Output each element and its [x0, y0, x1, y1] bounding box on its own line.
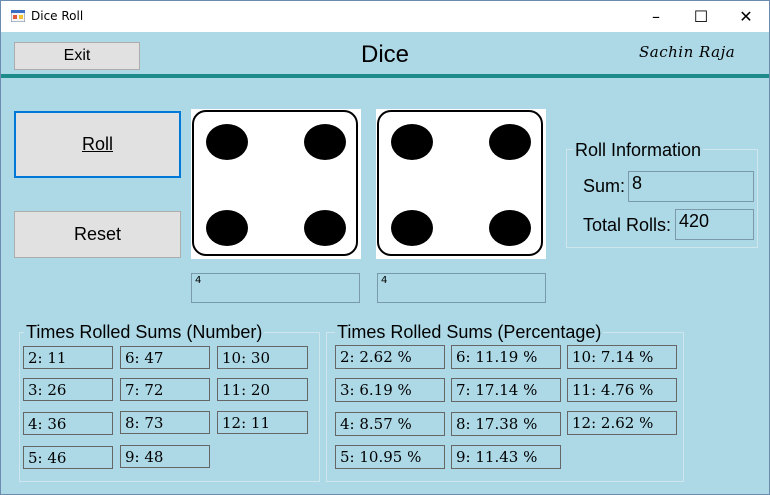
title-bar: Dice Roll – ☐ ✕	[1, 1, 769, 32]
die-left	[191, 109, 361, 259]
sum-count-cell: 2: 11	[23, 346, 113, 369]
die-face	[192, 110, 358, 256]
sum-percent-cell: 5: 10.95 %	[335, 445, 445, 469]
die-face	[377, 110, 543, 256]
sum-count-cell: 12: 11	[217, 411, 308, 434]
die-pip	[206, 124, 248, 160]
maximize-button[interactable]: ☐	[678, 1, 724, 32]
minimize-button[interactable]: –	[633, 1, 679, 32]
die-pip	[304, 210, 346, 246]
sum-count-cell: 9: 48	[120, 445, 210, 468]
window-title: Dice Roll	[31, 9, 84, 23]
die-right	[376, 109, 546, 259]
die-pip	[489, 124, 531, 160]
total-rolls-field[interactable]: 420	[675, 209, 754, 240]
die-pip	[489, 210, 531, 246]
sum-count-cell: 10: 30	[217, 346, 308, 369]
die-pip	[391, 210, 433, 246]
sums-number-title: Times Rolled Sums (Number)	[24, 322, 265, 343]
sum-count-cell: 7: 72	[120, 378, 210, 401]
die-pip	[304, 124, 346, 160]
sum-percent-cell: 4: 8.57 %	[335, 412, 445, 436]
app-icon	[11, 10, 25, 22]
total-rolls-label: Total Rolls:	[583, 215, 672, 235]
sum-count-cell: 4: 36	[23, 412, 113, 435]
die-pip	[391, 124, 433, 160]
sum-percent-cell: 6: 11.19 %	[451, 345, 561, 369]
header-divider	[1, 74, 769, 78]
sums-percentage-title: Times Rolled Sums (Percentage)	[335, 322, 604, 343]
die-right-value: 4	[377, 273, 546, 303]
die-pip	[206, 210, 248, 246]
roll-button[interactable]: Roll	[14, 111, 181, 178]
sum-field[interactable]: 8	[628, 171, 754, 202]
sum-percent-cell: 7: 17.14 %	[451, 378, 561, 402]
sum-count-cell: 5: 46	[23, 446, 113, 469]
sum-percent-cell: 9: 11.43 %	[451, 445, 561, 469]
sum-count-cell: 8: 73	[120, 411, 210, 434]
sum-count-cell: 11: 20	[217, 378, 308, 401]
die-left-value: 4	[191, 273, 360, 303]
sum-percent-cell: 8: 17.38 %	[451, 412, 561, 436]
author-signature: Sachin Raja	[639, 43, 736, 61]
sum-count-cell: 6: 47	[120, 346, 210, 369]
dice-roll-window: Dice Roll – ☐ ✕ Exit Dice Sachin Raja Ro…	[0, 0, 770, 495]
sum-percent-cell: 2: 2.62 %	[335, 345, 445, 369]
sum-percent-cell: 3: 6.19 %	[335, 378, 445, 402]
roll-information-title: Roll Information	[573, 140, 704, 161]
sum-percent-cell: 12: 2.62 %	[567, 411, 677, 435]
reset-button[interactable]: Reset	[14, 211, 181, 258]
sum-label: Sum:	[583, 176, 626, 196]
close-button[interactable]: ✕	[723, 1, 769, 32]
sum-percent-cell: 10: 7.14 %	[567, 345, 677, 369]
sum-count-cell: 3: 26	[23, 378, 113, 401]
sum-percent-cell: 11: 4.76 %	[567, 378, 677, 402]
